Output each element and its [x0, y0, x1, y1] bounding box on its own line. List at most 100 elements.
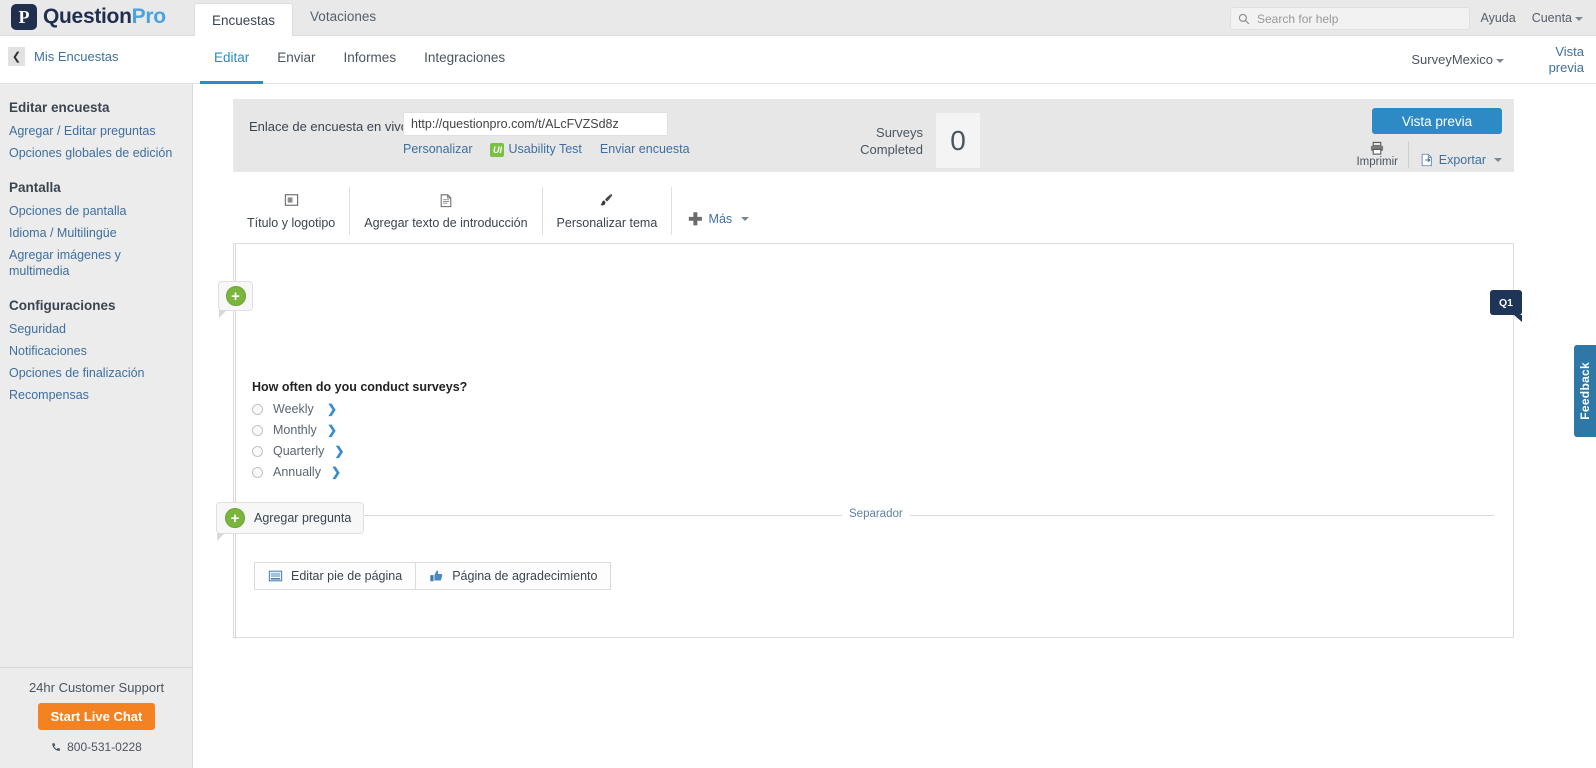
top-bar: P QuestionPro Encuestas Votaciones Ayuda…: [0, 0, 1596, 37]
back-to-my-surveys[interactable]: ❮ Mis Encuestas: [8, 47, 119, 66]
question-option-quarterly[interactable]: Quarterly ❯: [252, 444, 467, 458]
paintbrush-icon: [599, 190, 614, 210]
main-content: Enlace de encuesta en vivo Personalizar …: [193, 84, 1596, 768]
survey-link-input[interactable]: [403, 112, 668, 136]
mas-label: Más: [708, 212, 733, 226]
print-export-group: Imprimir Exportar: [1356, 141, 1502, 168]
editar-pie-de-pagina-button[interactable]: Editar pie de página: [254, 562, 417, 590]
titulo-y-logotipo-button[interactable]: Título y logotipo: [233, 187, 351, 235]
help-search-box[interactable]: [1230, 7, 1470, 30]
toolbar-item-label: Personalizar tema: [556, 216, 658, 230]
chevron-right-icon[interactable]: ❯: [327, 402, 337, 416]
agregar-pregunta-label: Agregar pregunta: [254, 511, 352, 525]
sidebar-item-opciones-de-pantalla[interactable]: Opciones de pantalla: [0, 200, 192, 222]
personalizar-link[interactable]: Personalizar: [403, 142, 472, 156]
pagina-de-agradecimiento-button[interactable]: Página de agradecimiento: [416, 562, 612, 590]
sidebar-item-opciones-de-finalizacion[interactable]: Opciones de finalización: [0, 362, 192, 384]
radio-button-icon[interactable]: [252, 466, 263, 478]
secondary-bar: ❮ Mis Encuestas Editar Enviar Informes I…: [0, 36, 1596, 84]
sidebar-item-idioma-multilingue[interactable]: Idioma / Multilingüe: [0, 222, 192, 244]
sidebar-heading-pantalla: Pantalla: [9, 180, 61, 195]
toolbar-item-label: Título y logotipo: [247, 216, 336, 230]
help-link[interactable]: Ayuda: [1480, 11, 1515, 25]
survey-selector-dropdown[interactable]: SurveyMexico: [1411, 52, 1504, 67]
sidebar-heading-editar-encuesta: Editar encuesta: [9, 100, 110, 115]
add-element-top-button[interactable]: +: [218, 281, 253, 318]
tab-encuestas[interactable]: Encuestas: [194, 3, 294, 37]
phone-icon: [52, 742, 61, 751]
question-title: How often do you conduct surveys?: [252, 380, 468, 394]
usability-badge-icon: UI: [490, 142, 505, 157]
subtab-enviar[interactable]: Enviar: [263, 36, 329, 84]
completed-label-line2: Completed: [860, 141, 923, 157]
footer-page-icon: [268, 570, 283, 582]
radio-button-icon[interactable]: [252, 403, 263, 415]
sidebar-group-pantalla: Pantalla Opciones de pantalla Idioma / M…: [0, 176, 192, 282]
chevron-down-icon: [1494, 157, 1502, 162]
vista-previa-button[interactable]: Vista previa: [1372, 108, 1502, 134]
agregar-pregunta-button[interactable]: + Agregar pregunta: [216, 502, 365, 541]
subtab-integraciones[interactable]: Integraciones: [410, 36, 519, 84]
footer-button-label: Página de agradecimiento: [452, 569, 598, 583]
feedback-tab[interactable]: Feedback: [1574, 345, 1596, 437]
sidebar-item-notificaciones[interactable]: Notificaciones: [0, 340, 192, 362]
plus-circle-icon: +: [225, 508, 245, 528]
sidebar-item-recompensas[interactable]: Recompensas: [0, 384, 192, 406]
exportar-button[interactable]: Exportar: [1409, 141, 1502, 168]
subtab-informes[interactable]: Informes: [330, 36, 411, 84]
tab-votaciones[interactable]: Votaciones: [293, 0, 393, 36]
back-label: Mis Encuestas: [34, 49, 119, 64]
support-phone: 800-531-0228: [0, 740, 193, 754]
option-label: Monthly: [273, 423, 317, 437]
footer-button-label: Editar pie de página: [291, 569, 403, 583]
preview-link-top[interactable]: Vista previa: [1534, 44, 1584, 76]
questionpro-logo[interactable]: P QuestionPro: [11, 4, 166, 30]
survey-selector-label: SurveyMexico: [1411, 52, 1493, 67]
subtab-editar[interactable]: Editar: [200, 36, 264, 84]
question-option-weekly[interactable]: Weekly ❯: [252, 402, 467, 416]
sidebar-group-edit-survey: Editar encuesta Agregar / Editar pregunt…: [0, 96, 192, 164]
question-option-annually[interactable]: Annually ❯: [252, 465, 467, 479]
usability-test-link[interactable]: UI Usability Test: [490, 142, 582, 157]
thumbs-up-icon: [430, 570, 443, 582]
top-right-links: Ayuda Cuenta: [1480, 11, 1583, 25]
app-root: P QuestionPro Encuestas Votaciones Ayuda…: [0, 0, 1596, 768]
chevron-right-icon[interactable]: ❯: [327, 423, 337, 437]
logo-word-pro: Pro: [131, 5, 166, 28]
chevron-right-icon[interactable]: ❯: [331, 465, 341, 479]
sidebar-item-opciones-globales[interactable]: Opciones globales de edición: [0, 142, 192, 164]
imprimir-button[interactable]: Imprimir: [1356, 141, 1409, 168]
customer-support-panel: 24hr Customer Support Start Live Chat 80…: [0, 667, 193, 768]
personalizar-tema-button[interactable]: Personalizar tema: [543, 187, 673, 235]
sidebar-item-seguridad[interactable]: Seguridad: [0, 318, 192, 340]
sidebar-item-agregar-imagenes[interactable]: Agregar imágenes y multimedia: [0, 244, 192, 282]
sidebar-item-agregar-editar-preguntas[interactable]: Agregar / Editar preguntas: [0, 120, 192, 142]
usability-test-label: Usability Test: [508, 142, 582, 156]
radio-button-icon[interactable]: [252, 445, 263, 457]
option-label: Quarterly: [273, 444, 325, 458]
account-menu[interactable]: Cuenta: [1532, 11, 1583, 25]
start-live-chat-button[interactable]: Start Live Chat: [37, 703, 156, 730]
printer-icon: [1371, 141, 1384, 155]
export-icon: [1421, 153, 1432, 166]
enviar-encuesta-link[interactable]: Enviar encuesta: [600, 142, 690, 156]
survey-canvas: + How often do you conduct surveys? Week…: [216, 243, 1514, 639]
image-logo-icon: [284, 190, 299, 210]
logo-mark-icon: P: [11, 4, 37, 30]
survey-design-toolbar: Título y logotipo Agregar texto de intro…: [233, 187, 759, 235]
toolbar-item-label: Agregar texto de introducción: [364, 216, 528, 230]
chevron-right-icon[interactable]: ❯: [334, 444, 344, 458]
survey-link-actions: Personalizar UI Usability Test Enviar enc…: [403, 142, 690, 157]
separator-label: Separador: [842, 508, 910, 520]
agregar-texto-introduccion-button[interactable]: Agregar texto de introducción: [350, 187, 543, 235]
survey-section-tabs: Editar Enviar Informes Integraciones: [200, 36, 519, 84]
mas-dropdown-button[interactable]: ✚ Más: [672, 203, 759, 235]
plus-icon: ✚: [688, 209, 703, 229]
search-input[interactable]: [1255, 10, 1455, 27]
sidebar-heading-configuraciones: Configuraciones: [9, 298, 116, 313]
radio-button-icon[interactable]: [252, 424, 263, 436]
survey-link-label: Enlace de encuesta en vivo: [249, 119, 408, 134]
surveys-completed-label: Surveys Completed: [853, 124, 923, 158]
question-option-monthly[interactable]: Monthly ❯: [252, 423, 467, 437]
question-number-badge[interactable]: Q1: [1490, 290, 1522, 322]
